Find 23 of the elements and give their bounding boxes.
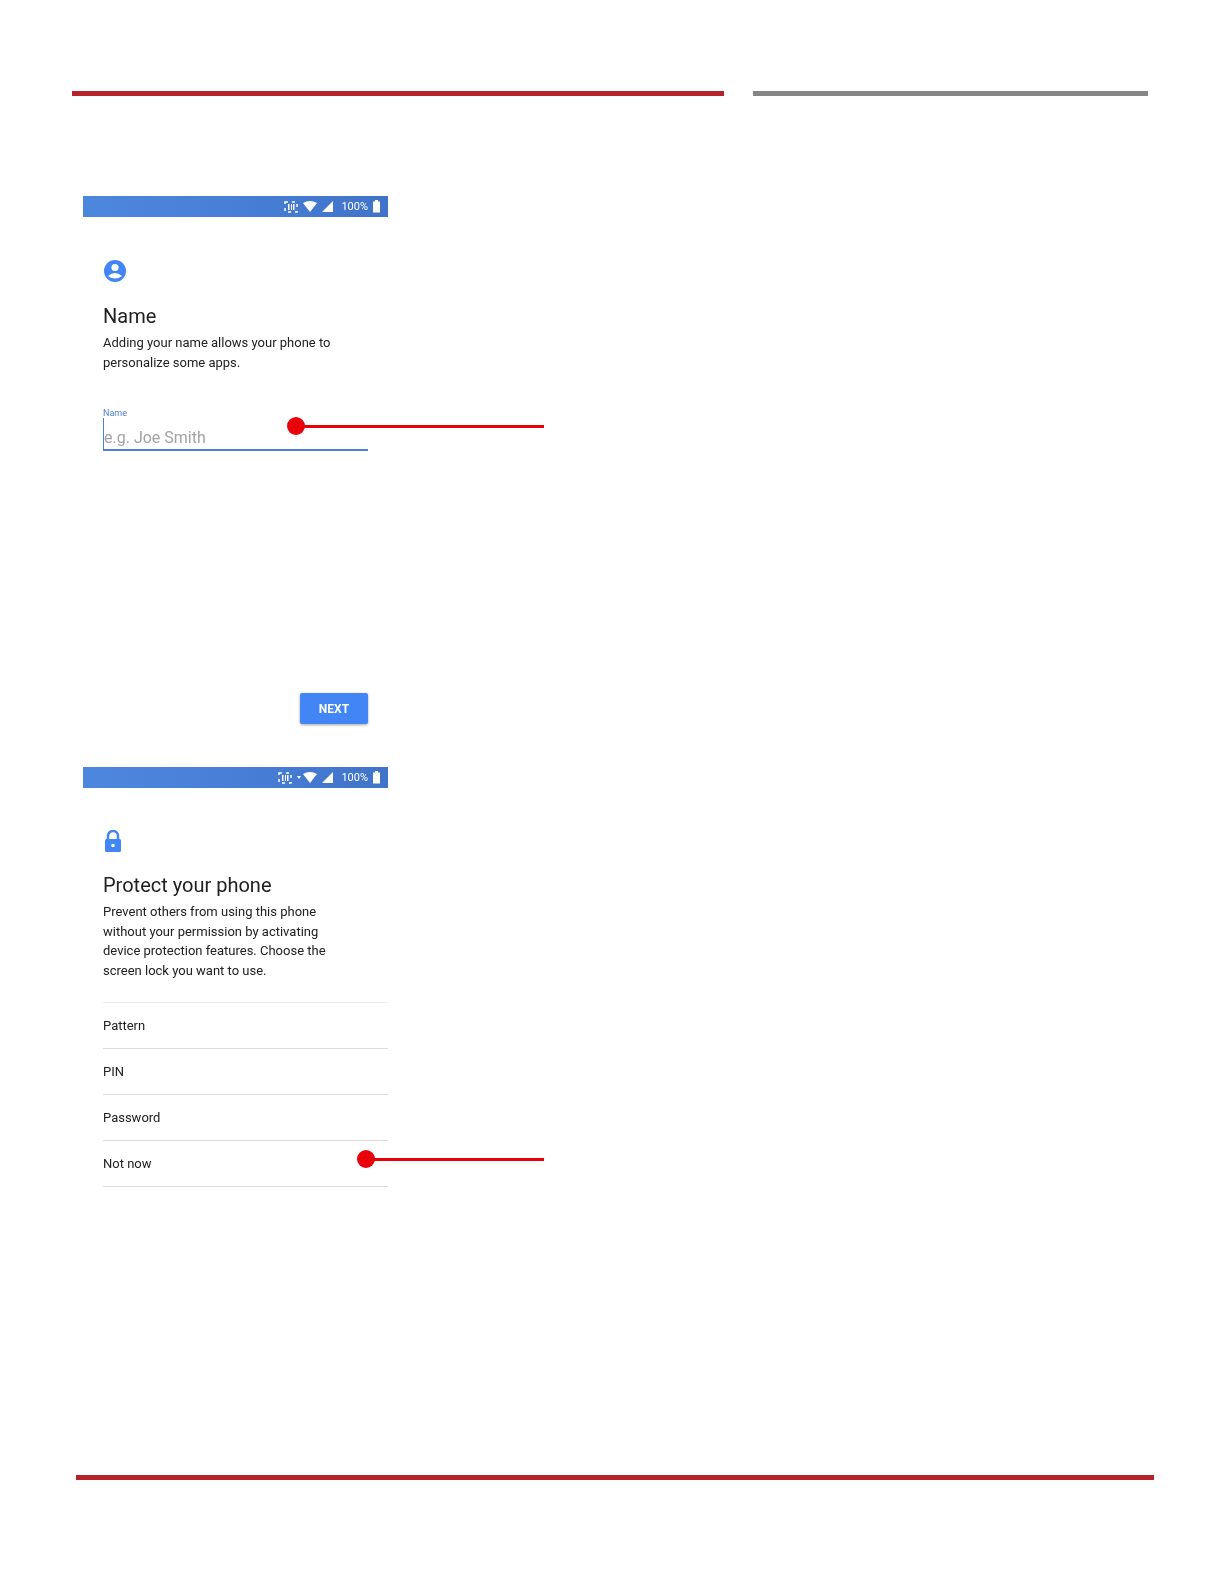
name-field[interactable]: e.g. Joe Smith (103, 418, 368, 451)
wifi-icon (303, 201, 318, 212)
person-icon (103, 259, 127, 283)
battery-level: 100% (341, 771, 368, 784)
signal-icon (322, 201, 334, 212)
lock-option[interactable]: Pattern (103, 1003, 388, 1049)
lock-option[interactable]: PIN (103, 1049, 388, 1095)
battery-icon (373, 771, 380, 784)
wifi-icon (303, 772, 318, 783)
lock-option[interactable]: Password (103, 1095, 388, 1141)
next-button[interactable]: NEXT (300, 693, 368, 724)
description: Prevent others from using this phone without your permission by activating device protection features. Choose the screen lock you want to use. (103, 903, 327, 980)
scanner-icon (278, 771, 293, 784)
lock-icon (103, 830, 123, 852)
signal-icon (322, 772, 334, 783)
download-arrow-icon (297, 776, 302, 779)
field-label: Name (103, 408, 128, 418)
description: Adding your name allows your phone to personalize some apps. (103, 334, 332, 372)
screen-title: Name (103, 304, 157, 328)
battery-level: 100% (341, 200, 368, 213)
scanner-icon (284, 200, 299, 213)
battery-icon (373, 200, 380, 213)
screen-title: Protect your phone (103, 873, 272, 897)
